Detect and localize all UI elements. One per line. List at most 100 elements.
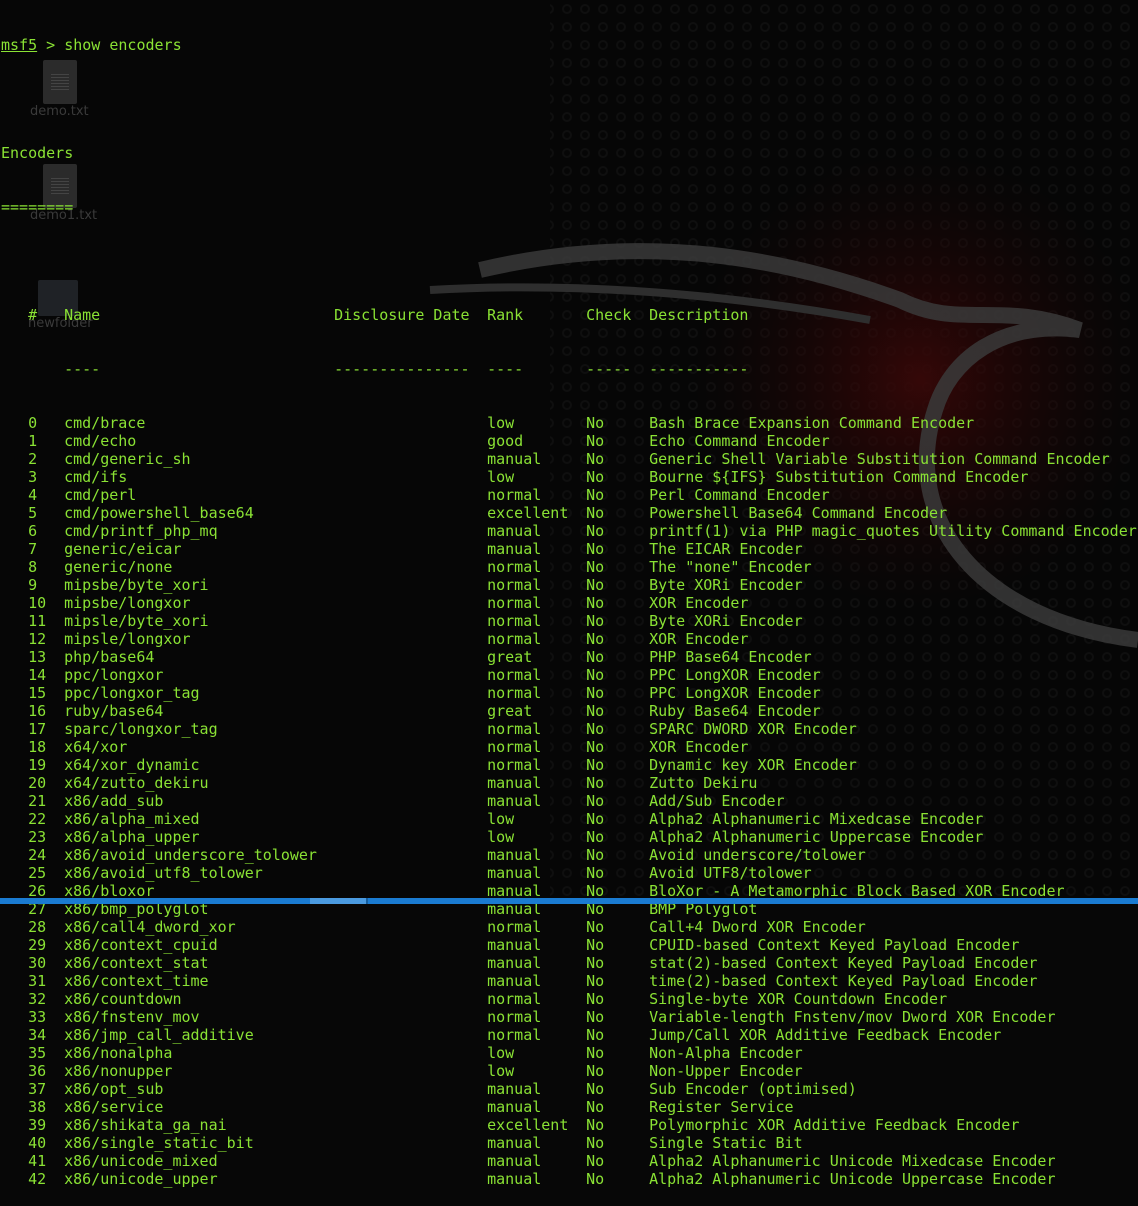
- row-num: 28: [28, 918, 47, 936]
- row-check: No: [586, 720, 605, 738]
- table-row: 6 cmd/printf_php_mq manual No printf(1) via …: [1, 522, 1137, 540]
- row-check: No: [586, 1080, 605, 1098]
- row-num: 42: [28, 1170, 47, 1188]
- row-check: No: [586, 738, 605, 756]
- row-check: No: [586, 1008, 605, 1026]
- row-description: Bourne ${IFS} Substitution Command Encod…: [649, 468, 1029, 486]
- row-num: 5: [28, 504, 38, 522]
- row-rank: normal: [487, 1026, 542, 1044]
- row-rank: manual: [487, 522, 542, 540]
- table-row: 8 generic/none normal No The "none" Encoder: [1, 558, 1137, 576]
- command-text: show encoders: [64, 36, 182, 54]
- row-description: Byte XORi Encoder: [649, 576, 803, 594]
- table-row: 21 x86/add_sub manual No Add/Sub Encoder: [1, 792, 1137, 810]
- section-underline: ========: [1, 198, 74, 216]
- row-name: x64/xor_dynamic: [64, 756, 200, 774]
- row-name: sparc/longxor_tag: [64, 720, 218, 738]
- row-num: 31: [28, 972, 47, 990]
- row-name: ppc/longxor_tag: [64, 684, 200, 702]
- table-row: 33 x86/fnstenv_mov normal No Variable-length…: [1, 1008, 1137, 1026]
- row-name: cmd/perl: [64, 486, 137, 504]
- row-num: 34: [28, 1026, 47, 1044]
- row-rank: low: [487, 468, 515, 486]
- row-check: No: [586, 594, 605, 612]
- row-num: 22: [28, 810, 47, 828]
- row-num: 13: [28, 648, 47, 666]
- table-row: 14 ppc/longxor normal No PPC LongXOR Encoder: [1, 666, 1137, 684]
- row-rank: normal: [487, 720, 542, 738]
- row-num: 7: [28, 540, 38, 558]
- row-rank: manual: [487, 936, 542, 954]
- header-description: Description: [649, 306, 749, 324]
- row-description: Echo Command Encoder: [649, 432, 830, 450]
- row-rank: low: [487, 828, 515, 846]
- row-description: Single-byte XOR Countdown Encoder: [649, 990, 948, 1008]
- table-row: 16 ruby/base64 great No Ruby Base64 Encoder: [1, 702, 1137, 720]
- row-description: time(2)-based Context Keyed Payload Enco…: [649, 972, 1038, 990]
- row-name: x86/call4_dword_xor: [64, 918, 236, 936]
- row-description: The "none" Encoder: [649, 558, 812, 576]
- taskbar[interactable]: [0, 898, 1138, 904]
- row-rank: normal: [487, 630, 542, 648]
- row-rank: manual: [487, 1170, 542, 1188]
- row-num: 38: [28, 1098, 47, 1116]
- header-check: Check: [586, 306, 632, 324]
- row-num: 8: [28, 558, 38, 576]
- taskbar-active-window[interactable]: [310, 898, 368, 904]
- row-num: 10: [28, 594, 47, 612]
- row-num: 29: [28, 936, 47, 954]
- row-description: Alpha2 Alphanumeric Unicode Uppercase En…: [649, 1170, 1056, 1188]
- row-check: No: [586, 954, 605, 972]
- row-description: Bash Brace Expansion Command Encoder: [649, 414, 975, 432]
- header-name: Name: [64, 306, 101, 324]
- row-check: No: [586, 774, 605, 792]
- row-check: No: [586, 810, 605, 828]
- row-description: Generic Shell Variable Substitution Comm…: [649, 450, 1110, 468]
- table-row: 4 cmd/perl normal No Perl Command Encoder: [1, 486, 1137, 504]
- table-row: 38 x86/service manual No Register Service: [1, 1098, 1137, 1116]
- row-num: 39: [28, 1116, 47, 1134]
- row-description: Sub Encoder (optimised): [649, 1080, 857, 1098]
- row-check: No: [586, 558, 605, 576]
- row-rank: good: [487, 432, 524, 450]
- row-rank: low: [487, 810, 515, 828]
- row-name: mipsbe/longxor: [64, 594, 191, 612]
- row-num: 14: [28, 666, 47, 684]
- row-num: 3: [28, 468, 38, 486]
- row-num: 32: [28, 990, 47, 1008]
- row-rank: manual: [487, 1080, 542, 1098]
- row-check: No: [586, 504, 605, 522]
- row-rank: normal: [487, 594, 542, 612]
- row-num: 33: [28, 1008, 47, 1026]
- row-name: cmd/brace: [64, 414, 146, 432]
- row-name: mipsle/longxor: [64, 630, 191, 648]
- row-check: No: [586, 1098, 605, 1116]
- command-line: msf5 > show encoders: [1, 36, 1137, 54]
- row-rank: manual: [487, 1098, 542, 1116]
- table-row: 3 cmd/ifs low No Bourne ${IFS} Substitution …: [1, 468, 1137, 486]
- row-num: 23: [28, 828, 47, 846]
- row-check: No: [586, 792, 605, 810]
- row-rank: normal: [487, 666, 542, 684]
- row-description: Byte XORi Encoder: [649, 612, 803, 630]
- table-row: 22 x86/alpha_mixed low No Alpha2 Alphanumeri…: [1, 810, 1137, 828]
- row-name: x86/alpha_upper: [64, 828, 200, 846]
- underline-check: -----: [586, 360, 632, 378]
- row-check: No: [586, 828, 605, 846]
- row-name: x86/context_cpuid: [64, 936, 218, 954]
- row-rank: normal: [487, 576, 542, 594]
- row-description: XOR Encoder: [649, 738, 749, 756]
- row-rank: normal: [487, 918, 542, 936]
- table-row: 39 x86/shikata_ga_nai excellent No Polymorph…: [1, 1116, 1137, 1134]
- row-check: No: [586, 684, 605, 702]
- row-description: Alpha2 Alphanumeric Mixedcase Encoder: [649, 810, 984, 828]
- table-row: 34 x86/jmp_call_additive normal No Jump/Call…: [1, 1026, 1137, 1044]
- terminal-output[interactable]: msf5 > show encoders Encoders ======== #…: [1, 0, 1137, 1206]
- row-check: No: [586, 486, 605, 504]
- row-check: No: [586, 936, 605, 954]
- header-num: #: [28, 306, 38, 324]
- row-check: No: [586, 756, 605, 774]
- row-name: x86/shikata_ga_nai: [64, 1116, 227, 1134]
- row-description: PHP Base64 Encoder: [649, 648, 812, 666]
- row-check: No: [586, 1062, 605, 1080]
